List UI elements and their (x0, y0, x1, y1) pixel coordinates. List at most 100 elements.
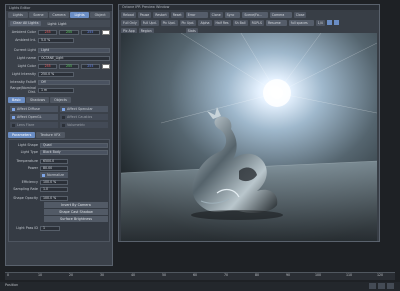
invert-by-camera-button[interactable]: Invert By Camera (44, 202, 108, 208)
temperature-field[interactable]: 6500.0 (40, 158, 68, 164)
scene-fo-dropdown[interactable]: Scene/Fo... (242, 11, 268, 18)
tab-camera[interactable]: Camera (49, 12, 69, 18)
range-row: Range/Nominal Dist. 1 m (8, 86, 110, 94)
ambient-color-field[interactable]: 255 255 255 (38, 29, 100, 35)
efficiency-row: Efficiency 100.0 % (10, 179, 108, 185)
light-selector-label: Light: Light (47, 21, 67, 26)
shape-opacity-row: Shape Opacity 100.0 % (10, 195, 108, 201)
light-type-select[interactable]: Black Body (40, 149, 108, 155)
resume-dropdown[interactable]: Resume (265, 19, 287, 26)
render-viewport[interactable] (121, 33, 377, 241)
error-dropdown[interactable]: Error (185, 11, 208, 18)
full-only-button[interactable]: Full Only (121, 19, 139, 26)
affect-specular-toggle[interactable]: Affect Specular (60, 106, 108, 112)
play-icon[interactable] (378, 283, 385, 289)
falloff-row: Intensity Falloff Off (8, 79, 110, 85)
volumetric-toggle[interactable]: Volumetric (60, 122, 108, 128)
current-light-row: Current Light Light (8, 47, 110, 53)
tab-lights-active[interactable]: Lights (69, 12, 90, 18)
normalize-toggle[interactable]: Normalize (40, 172, 68, 178)
pic-update-2-button[interactable]: Pic Upd. (179, 19, 197, 26)
timeline-ticks: 0 10 20 30 40 50 60 70 80 90 100 110 120 (7, 273, 384, 277)
parameters-section: Light Shape Quad Light Type Black Body T… (8, 139, 110, 242)
clone-button[interactable]: Clone (209, 11, 223, 18)
falloff-select[interactable]: Off (38, 79, 110, 85)
lens-flare-toggle[interactable]: Lens Flare (10, 122, 58, 128)
tab-scene[interactable]: Scene (28, 12, 49, 18)
sampling-row: Sampling Rate 1.0 (10, 186, 108, 192)
lock-icon[interactable] (326, 20, 332, 25)
render-toolbar-2: Full Only Full Upd. Pic Upd. Pic Upd. Al… (121, 19, 377, 26)
light-color-row: Light Color 255 255 255 (8, 63, 110, 69)
tab-parameters[interactable]: Parameters (8, 132, 36, 138)
affect-opengl-toggle[interactable]: Affect OpenGL (10, 114, 58, 120)
render-image (121, 33, 377, 241)
tab-objects[interactable]: Objects (50, 97, 71, 103)
current-light-select[interactable]: Light (38, 47, 110, 53)
clear-all-lights-button[interactable]: Clear All Lights (10, 21, 42, 26)
temperature-row: Temperature 6500.0 (10, 158, 108, 164)
full-update-button[interactable]: Full Upd. (140, 19, 159, 26)
tab-lights[interactable]: Lights (8, 12, 28, 18)
light-intensity-row: Light Intensity 250.0 % (8, 71, 110, 77)
transport-controls (369, 283, 394, 289)
render-window-title: Octane IPR Preview Window (119, 5, 379, 10)
check-icon (12, 123, 15, 127)
play-back-icon[interactable] (369, 283, 376, 289)
affect-caustics-toggle[interactable]: Affect Caustics (60, 114, 108, 120)
shape-cast-shadow-button[interactable]: Shape Cast Shadow (44, 209, 108, 215)
surface-brightness-button[interactable]: Surface Brightness (44, 216, 108, 222)
tab-texture-vfx[interactable]: Texture VFX (36, 132, 65, 138)
quarter-button[interactable]: 1/4 (315, 19, 325, 26)
light-shape-select[interactable]: Quad (40, 142, 108, 148)
light-type-row: Light Type Black Body (10, 149, 108, 155)
power-field[interactable]: 80.00 (40, 165, 68, 171)
reload-button[interactable]: Reload (121, 11, 136, 18)
light-color-swatch[interactable] (102, 63, 110, 69)
half-res-button[interactable]: Half Res (213, 19, 231, 26)
group-tabs: Basic Shadows Objects (8, 97, 110, 103)
bottom-bar: Position (0, 282, 400, 291)
close-button[interactable]: Close (293, 11, 307, 18)
full-spaces-dropdown[interactable]: full spaces (288, 19, 314, 26)
check-icon (62, 123, 65, 127)
light-pass-row: Light Pass ID 1 (10, 225, 108, 231)
ambient-intensity-field[interactable]: 5.0 % (38, 37, 74, 43)
check-icon (12, 107, 15, 111)
restart-button[interactable]: Restart (153, 11, 169, 18)
camera-dropdown[interactable]: Camera (269, 11, 292, 18)
shape-opacity-field[interactable]: 100.0 % (40, 195, 68, 201)
timeline[interactable]: 0 10 20 30 40 50 60 70 80 90 100 110 120 (5, 272, 395, 280)
light-intensity-field[interactable]: 250.0 % (38, 71, 74, 77)
tab-shadows[interactable]: Shadows (25, 97, 50, 103)
render-toolbar-1: Reload Pause Restart Reset Error Clone S… (121, 11, 377, 18)
affect-diffuse-toggle[interactable]: Affect Diffuse (10, 106, 58, 112)
check-icon (62, 107, 65, 111)
alpha-button[interactable]: Alpha (198, 19, 212, 26)
light-color-field[interactable]: 255 255 255 (38, 63, 100, 69)
tab-object[interactable]: Object (90, 12, 110, 18)
reset-button[interactable]: Reset (170, 11, 184, 18)
sh-ball-button[interactable]: Sh Ball (232, 19, 248, 26)
affect-checks: Affect Diffuse Affect Specular Affect Op… (10, 106, 108, 128)
light-properties-panel: Lights Editor Lights Scene Camera Lights… (5, 4, 113, 266)
play-forward-icon[interactable] (387, 283, 394, 289)
sync-dropdown[interactable]: Sync (224, 11, 241, 18)
light-pass-field[interactable]: 1 (40, 225, 60, 231)
ambient-color-row: Ambient Color 255 255 255 (8, 29, 110, 35)
fit-icon[interactable] (333, 20, 339, 25)
normalize-row: Normalize (10, 172, 108, 178)
pause-button[interactable]: Pause (137, 11, 152, 18)
efficiency-field[interactable]: 100.0 % (40, 179, 68, 185)
rgpls-button[interactable]: RGPLS (249, 19, 264, 26)
tab-basic[interactable]: Basic (8, 97, 25, 103)
pic-update-button[interactable]: Pic Upd. (160, 19, 178, 26)
sampling-field[interactable]: 1.0 (40, 186, 68, 192)
range-field[interactable]: 1 m (38, 87, 74, 93)
selector-bar: Clear All Lights Light: Light (8, 20, 110, 27)
light-name-field[interactable]: OCTANE_Light (38, 55, 110, 61)
render-preview-window: Octane IPR Preview Window Reload Pause R… (118, 4, 380, 242)
ambient-color-swatch[interactable] (102, 29, 110, 35)
light-shape-row: Light Shape Quad (10, 142, 108, 148)
check-icon (42, 173, 45, 177)
